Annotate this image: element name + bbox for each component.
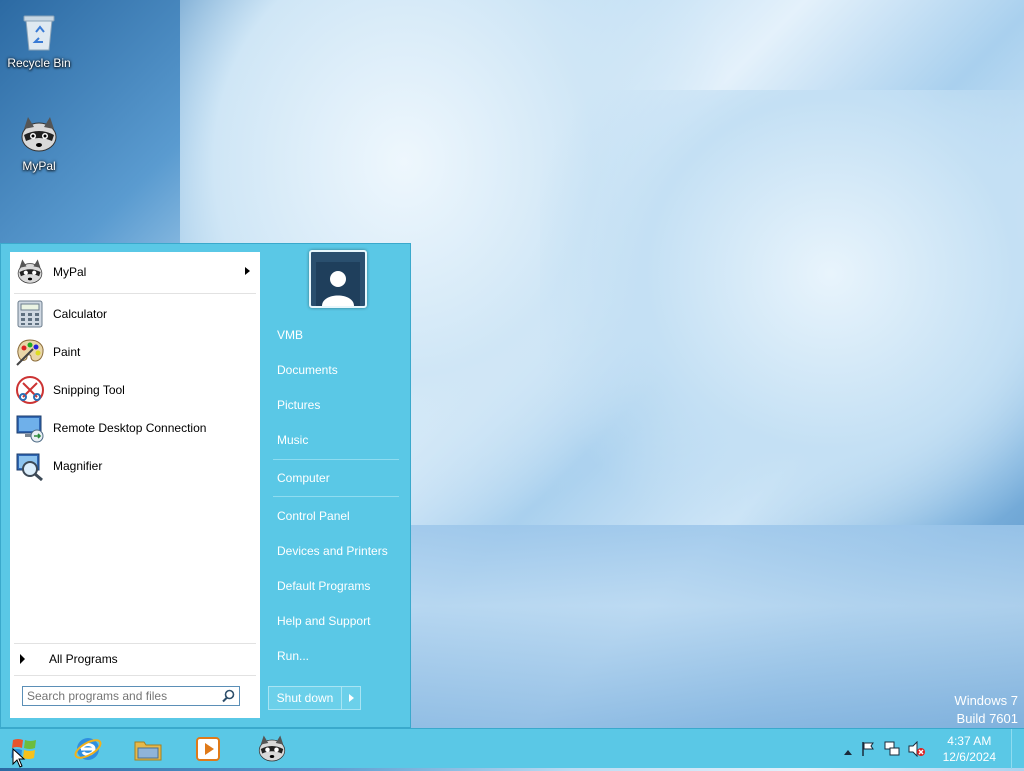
flag-icon xyxy=(862,742,874,756)
start-link-music[interactable]: Music xyxy=(277,433,308,447)
start-link-devices-printers[interactable]: Devices and Printers xyxy=(277,544,388,558)
clock-time: 4:37 AM xyxy=(947,734,992,748)
start-link-pictures[interactable]: Pictures xyxy=(277,398,320,412)
search-divider xyxy=(14,675,256,676)
taskbar-file-explorer[interactable] xyxy=(126,732,170,766)
taskbar: 4:37 AM 12/6/2024 xyxy=(0,728,1024,769)
wallpaper-water-reflection xyxy=(410,525,1024,728)
taskbar-mypal[interactable] xyxy=(250,732,294,766)
start-program-paint[interactable]: Paint xyxy=(10,334,260,370)
start-link-help-support[interactable]: Help and Support xyxy=(277,614,370,628)
scissors-icon xyxy=(13,373,47,407)
taskbar-media-player[interactable] xyxy=(186,732,230,766)
volume-muted-icon xyxy=(908,740,925,758)
start-program-snipping-tool[interactable]: Snipping Tool xyxy=(10,372,260,408)
user-silhouette-icon xyxy=(316,262,360,306)
clock-date: 12/6/2024 xyxy=(942,750,996,764)
taskbar-clock[interactable]: 4:37 AM 12/6/2024 xyxy=(943,733,996,765)
raccoon-icon xyxy=(17,113,61,157)
start-program-mypal[interactable]: MyPal xyxy=(10,254,260,290)
start-program-calculator[interactable]: Calculator xyxy=(10,296,260,332)
chevron-up-icon xyxy=(844,750,852,755)
user-avatar[interactable] xyxy=(309,250,367,308)
all-programs-label: All Programs xyxy=(49,652,118,666)
shutdown-button-group: Shut down xyxy=(268,686,361,710)
places-divider xyxy=(273,459,399,460)
magnifier-icon xyxy=(13,449,47,483)
system-tray: 4:37 AM 12/6/2024 xyxy=(834,729,1024,769)
start-program-label: MyPal xyxy=(53,265,87,279)
start-program-label: Snipping Tool xyxy=(53,383,125,397)
wallpaper-glacier-right xyxy=(540,90,1024,550)
program-divider xyxy=(14,293,256,294)
recycle-bin-icon xyxy=(17,10,61,54)
network-button[interactable] xyxy=(884,741,900,760)
media-player-icon xyxy=(196,737,220,761)
start-menu-places-pane: VMB Documents Pictures Music Computer Co… xyxy=(263,244,411,729)
start-menu-programs-pane: MyPal Calculator Paint Snipping Tool Rem… xyxy=(10,252,260,718)
file-explorer-icon xyxy=(134,741,162,761)
taskbar-internet-explorer[interactable] xyxy=(66,732,110,766)
windows-watermark: Windows 7 Build 7601 xyxy=(954,692,1018,728)
start-program-label: Paint xyxy=(53,345,81,359)
desktop-icon-recycle-bin[interactable]: Recycle Bin xyxy=(2,10,76,70)
search-icon[interactable] xyxy=(222,689,235,706)
start-program-label: Remote Desktop Connection xyxy=(53,421,207,435)
calculator-icon xyxy=(13,297,47,331)
desktop-icon-mypal[interactable]: MyPal xyxy=(2,113,76,173)
remote-desktop-icon xyxy=(13,411,47,445)
network-icon xyxy=(884,741,900,756)
start-search-box xyxy=(22,686,240,706)
start-link-user[interactable]: VMB xyxy=(277,328,303,342)
start-link-computer[interactable]: Computer xyxy=(277,471,330,485)
paint-palette-icon xyxy=(13,335,47,369)
all-programs-button[interactable]: All Programs xyxy=(10,646,260,672)
start-program-remote-desktop[interactable]: Remote Desktop Connection xyxy=(10,410,260,446)
shutdown-button[interactable]: Shut down xyxy=(269,687,341,709)
all-programs-arrow-icon xyxy=(20,654,25,664)
raccoon-icon xyxy=(258,735,286,762)
start-search-input[interactable] xyxy=(23,687,221,705)
raccoon-icon xyxy=(13,255,47,289)
chevron-right-icon xyxy=(348,694,354,702)
volume-button[interactable] xyxy=(908,740,926,760)
start-link-documents[interactable]: Documents xyxy=(277,363,338,377)
submenu-arrow-icon xyxy=(245,267,250,275)
show-hidden-icons-button[interactable] xyxy=(844,744,852,758)
action-center-button[interactable] xyxy=(860,741,876,760)
desktop-icon-label: Recycle Bin xyxy=(7,56,71,70)
start-link-run[interactable]: Run... xyxy=(277,649,309,663)
start-menu: MyPal Calculator Paint Snipping Tool Rem… xyxy=(0,243,411,728)
watermark-build: Build 7601 xyxy=(956,711,1018,726)
all-programs-divider xyxy=(14,643,256,644)
start-program-magnifier[interactable]: Magnifier xyxy=(10,448,260,484)
show-desktop-button[interactable] xyxy=(1011,729,1024,769)
internet-explorer-icon xyxy=(74,738,102,760)
places-divider xyxy=(273,496,399,497)
start-link-control-panel[interactable]: Control Panel xyxy=(277,509,350,523)
desktop-icon-label: MyPal xyxy=(22,159,56,173)
start-program-label: Magnifier xyxy=(53,459,103,473)
shutdown-options-button[interactable] xyxy=(341,687,360,709)
start-program-label: Calculator xyxy=(53,307,108,321)
watermark-os: Windows 7 xyxy=(954,693,1018,708)
start-link-default-programs[interactable]: Default Programs xyxy=(277,579,370,593)
